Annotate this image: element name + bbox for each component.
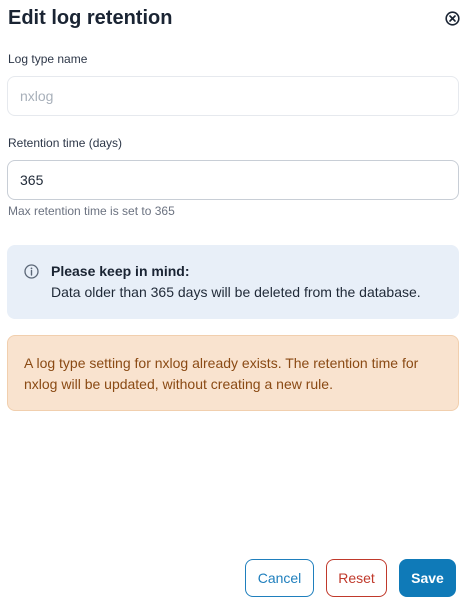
close-icon[interactable] [445, 11, 460, 26]
warning-notice: A log type setting for nxlog already exi… [7, 335, 459, 411]
retention-time-input[interactable] [7, 160, 459, 200]
log-type-name-label: Log type name [8, 52, 88, 66]
info-icon [24, 264, 39, 279]
retention-helper-text: Max retention time is set to 365 [8, 204, 175, 218]
dialog-header: Edit log retention [8, 6, 464, 32]
info-notice-text: Data older than 365 days will be deleted… [51, 284, 421, 300]
log-type-name-input [7, 76, 459, 116]
info-notice-title: Please keep in mind: [51, 263, 190, 279]
reset-button[interactable]: Reset [326, 559, 387, 597]
dialog-title: Edit log retention [8, 7, 173, 29]
info-notice: Please keep in mind: Data older than 365… [7, 245, 459, 319]
edit-log-retention-dialog: Edit log retention Log type name Retenti… [0, 0, 472, 603]
save-button[interactable]: Save [399, 559, 456, 597]
retention-time-label: Retention time (days) [8, 136, 123, 150]
cancel-button[interactable]: Cancel [245, 559, 314, 597]
